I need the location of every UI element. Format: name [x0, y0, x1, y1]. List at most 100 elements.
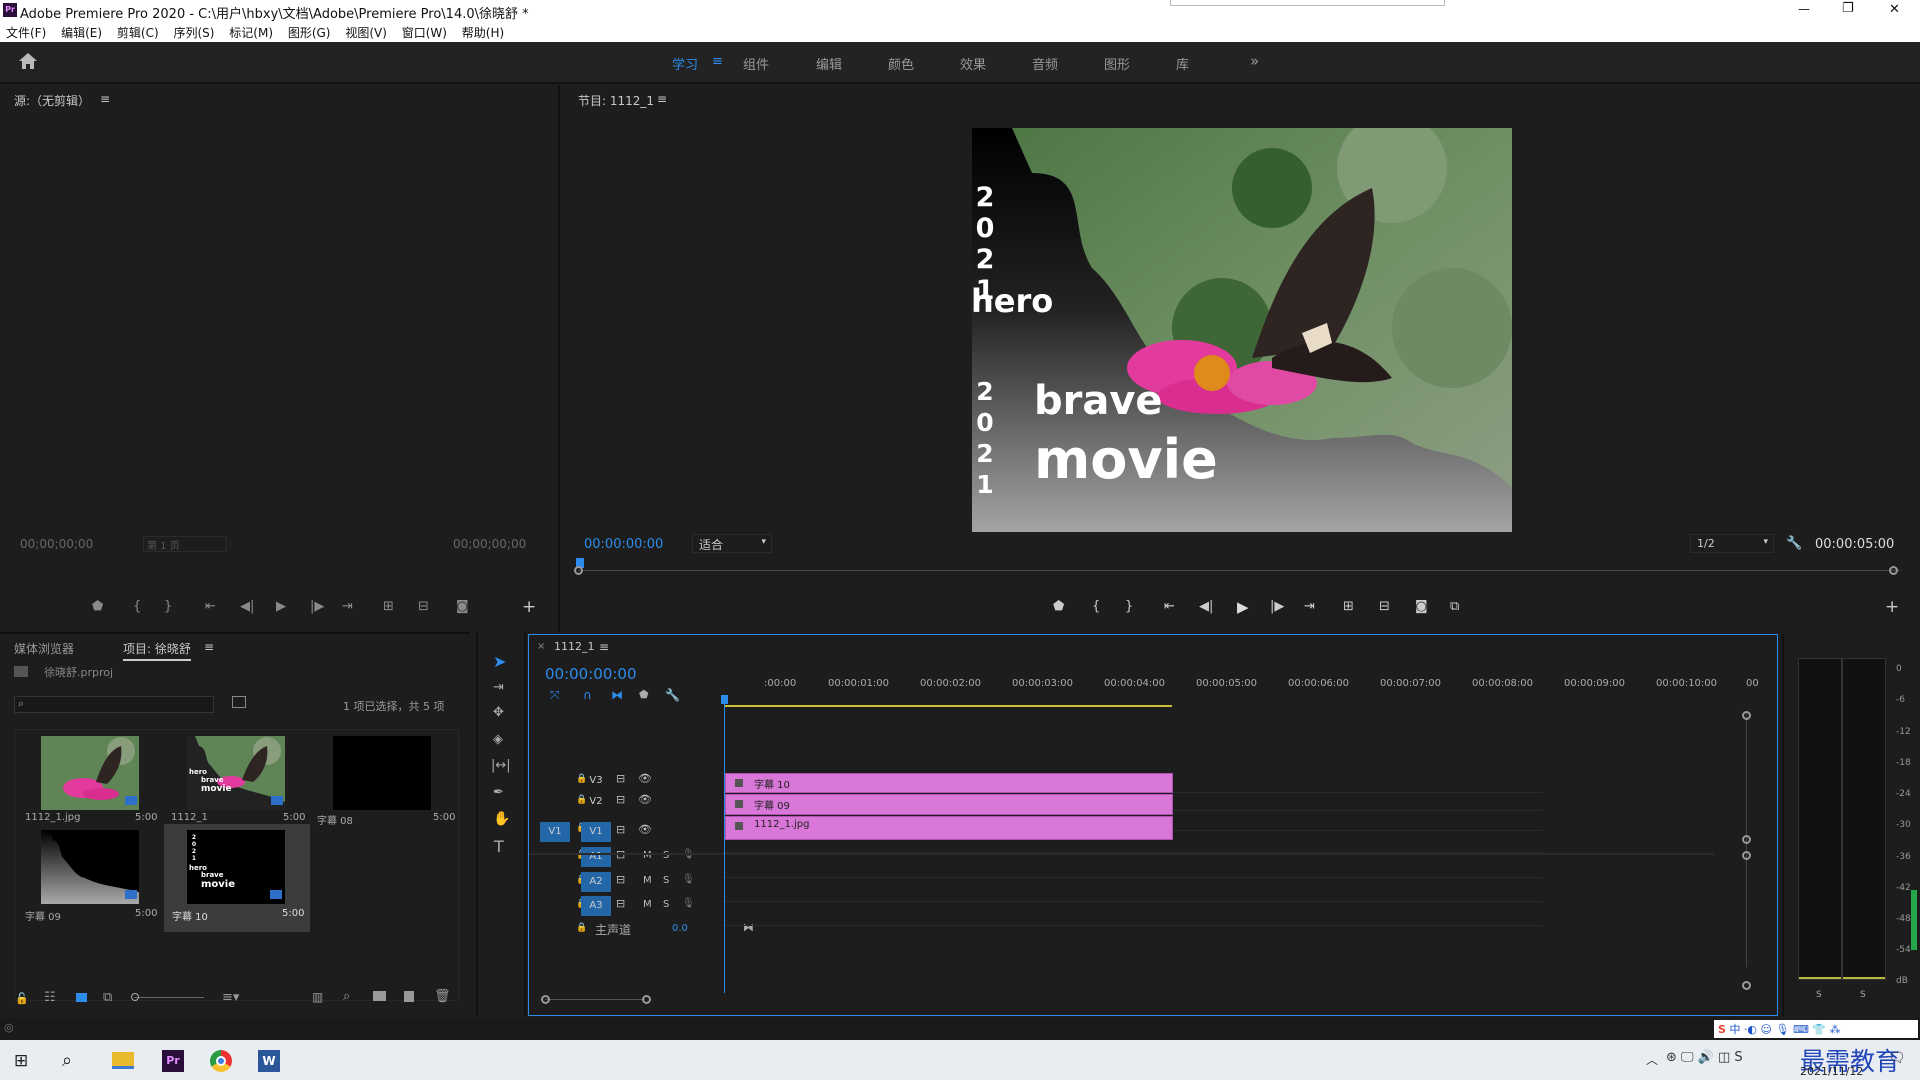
play-icon[interactable]: ▶	[1237, 598, 1249, 616]
timeline-clip[interactable]: 1112_1.jpg	[725, 816, 1173, 840]
panel-menu-icon[interactable]: ≡	[100, 92, 110, 106]
track-v2-label[interactable]: V2	[581, 792, 611, 812]
mark-in-icon[interactable]: {	[133, 599, 141, 614]
overwrite-icon[interactable]: ⊟	[418, 599, 429, 614]
meter-slider[interactable]	[1911, 890, 1917, 950]
tab-media-browser[interactable]: 媒体浏览器	[14, 640, 74, 657]
workspace-editing-tab[interactable]: 编辑	[816, 54, 842, 73]
tray-icons[interactable]: ⊛ 🖵 🔊 ◫ S	[1666, 1050, 1743, 1065]
project-item[interactable]: 字幕 09 5:00	[15, 824, 161, 923]
button-editor-icon[interactable]: +	[522, 597, 536, 617]
toggle-sync-lock-icon[interactable]: ⊟	[616, 823, 625, 836]
go-to-out-icon[interactable]: ⇥	[1304, 599, 1315, 614]
program-monitor-title[interactable]: 节目: 1112_1	[578, 92, 654, 109]
workspace-libraries-tab[interactable]: 库	[1176, 54, 1189, 73]
snap-icon[interactable]: ∩	[583, 688, 592, 702]
sequence-tab[interactable]: 1112_1	[554, 640, 595, 653]
panel-menu-icon[interactable]: ≡	[204, 640, 214, 654]
more-workspaces-icon[interactable]: »	[1250, 52, 1259, 70]
toggle-sync-lock-icon[interactable]: ⊟	[616, 873, 625, 886]
go-to-out-icon[interactable]: ⇥	[342, 599, 353, 614]
source-patch-v1[interactable]: V1	[540, 822, 570, 842]
source-timecode-in[interactable]: 00;00;00;00	[20, 537, 93, 551]
menu-help[interactable]: 帮助(H)	[462, 22, 504, 41]
program-playhead-timecode[interactable]: 00:00:00:00	[584, 537, 663, 552]
add-marker-icon[interactable]: ⬟	[1053, 599, 1064, 614]
scrub-handle-right[interactable]	[1889, 566, 1898, 575]
eye-icon[interactable]: 👁	[638, 793, 652, 806]
zoom-handle-left[interactable]	[541, 995, 550, 1004]
slip-tool-icon[interactable]: |↔|	[491, 758, 511, 773]
razor-tool-icon[interactable]: ◈	[493, 732, 503, 747]
mute-button[interactable]: M	[643, 899, 652, 910]
search-icon[interactable]: ⌕	[62, 1050, 72, 1071]
microphone-icon[interactable]: 🎙	[682, 898, 695, 909]
selection-tool-icon[interactable]: ➤	[493, 652, 506, 671]
new-bin-icon[interactable]	[373, 991, 386, 1001]
zoom-slider[interactable]	[131, 993, 204, 1001]
scrub-handle-left[interactable]	[574, 566, 583, 575]
mark-out-icon[interactable]: }	[164, 599, 172, 614]
solo-right-button[interactable]: S	[1860, 990, 1866, 1000]
step-forward-icon[interactable]: |▶	[1270, 599, 1284, 614]
go-to-in-icon[interactable]: ⇤	[1164, 599, 1175, 614]
workspace-learn-tab[interactable]: 学习	[672, 54, 698, 73]
toggle-sync-lock-icon[interactable]: ⊟	[616, 897, 625, 910]
close-tab-icon[interactable]: ×	[537, 641, 545, 652]
premiere-taskbar-icon[interactable]: Pr	[162, 1050, 184, 1072]
playhead-line[interactable]	[724, 697, 725, 993]
track-v3-label[interactable]: V3	[581, 771, 611, 791]
solo-button[interactable]: S	[663, 850, 669, 861]
toggle-sync-lock-icon[interactable]: ⊟	[616, 793, 625, 806]
scroll-handle[interactable]	[1742, 981, 1751, 990]
source-page-select[interactable]: 第 1 页	[143, 536, 227, 552]
add-marker-icon[interactable]: ⬟	[639, 688, 649, 701]
list-view-icon[interactable]: ☷	[44, 990, 56, 1005]
menu-clip[interactable]: 剪辑(C)	[117, 22, 159, 41]
new-item-icon[interactable]	[404, 991, 414, 1002]
find-icon[interactable]: ⌕	[343, 989, 350, 1004]
playhead-marker[interactable]	[721, 695, 728, 704]
workspace-assembly-tab[interactable]: 组件	[743, 54, 769, 73]
program-scrub-bar[interactable]	[574, 556, 1900, 575]
pen-tool-icon[interactable]: ✒	[493, 785, 504, 800]
menu-view[interactable]: 视图(V)	[345, 22, 387, 41]
project-item[interactable]: 字幕 08 5:00	[309, 730, 459, 827]
project-item[interactable]: 1112_1.jpg 5:00	[15, 730, 161, 824]
hamburger-icon[interactable]: ≡	[712, 54, 723, 69]
workspace-effects-tab[interactable]: 效果	[960, 54, 986, 73]
notification-icon[interactable]: 🗨	[1888, 1050, 1906, 1066]
work-area-bar[interactable]	[724, 705, 1172, 707]
menu-file[interactable]: 文件(F)	[6, 22, 46, 41]
horizontal-zoom-scrollbar[interactable]	[545, 999, 645, 1000]
menu-edit[interactable]: 编辑(E)	[61, 22, 102, 41]
timeline-clip[interactable]: 字幕 09	[725, 794, 1173, 815]
wrench-icon[interactable]: 🔧	[1786, 536, 1802, 551]
button-editor-icon[interactable]: +	[1885, 597, 1899, 617]
timeline-timecode[interactable]: 00:00:00:00	[545, 665, 637, 683]
comparison-view-icon[interactable]: ⧉	[1450, 599, 1459, 614]
go-to-in-icon[interactable]: ⇤	[205, 599, 216, 614]
hand-tool-icon[interactable]: ✋	[493, 811, 510, 827]
menu-sequence[interactable]: 序列(S)	[173, 22, 214, 41]
new-bin-from-search-icon[interactable]	[232, 696, 246, 708]
export-frame-icon[interactable]: ◙	[1415, 599, 1428, 614]
workspace-audio-tab[interactable]: 音频	[1032, 54, 1058, 73]
mute-button[interactable]: M	[643, 850, 652, 861]
panel-menu-icon[interactable]: ≡	[599, 640, 609, 654]
home-icon[interactable]	[18, 52, 38, 70]
automate-to-sequence-icon[interactable]: ▥	[312, 990, 323, 1004]
minimize-button[interactable]: —	[1798, 2, 1810, 16]
fit-select[interactable]: 适合 ▾	[692, 534, 772, 553]
solo-button[interactable]: S	[663, 875, 669, 886]
step-back-icon[interactable]: ◀|	[240, 599, 254, 614]
slider-handle[interactable]	[131, 993, 139, 1001]
scroll-handle[interactable]	[1742, 711, 1751, 720]
ripple-edit-tool-icon[interactable]: ✥	[493, 705, 504, 720]
windows-start-icon[interactable]: ⊞	[14, 1051, 28, 1071]
source-timecode-out[interactable]: 00;00;00;00	[453, 537, 526, 551]
mark-out-icon[interactable]: }	[1125, 599, 1133, 614]
track-select-tool-icon[interactable]: ⇥	[493, 680, 504, 695]
lock-icon[interactable]: 🔒	[576, 923, 587, 933]
menu-markers[interactable]: 标记(M)	[229, 22, 273, 41]
